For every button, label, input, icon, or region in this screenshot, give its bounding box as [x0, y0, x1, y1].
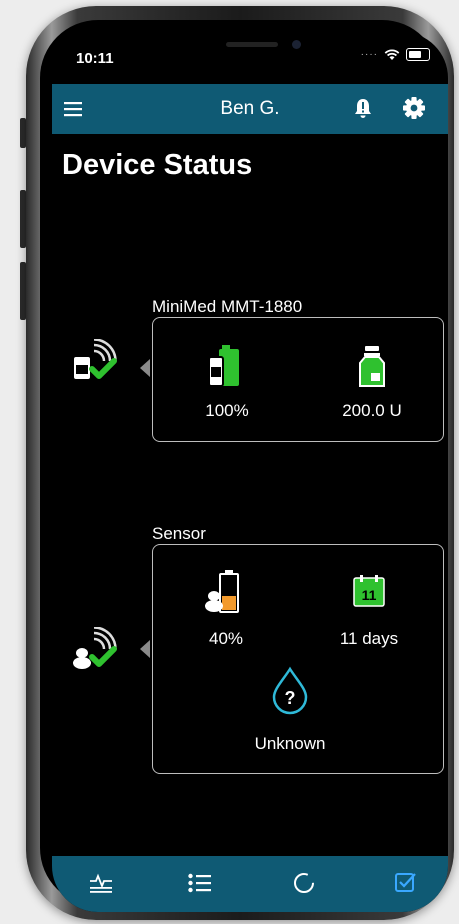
glucose-drop-icon: ? — [272, 666, 308, 715]
status-time: 10:11 — [76, 50, 114, 67]
sensor-life-value: 11 days — [339, 629, 399, 648]
pump-pointer — [140, 359, 150, 377]
sensor-battery-value: 40% — [208, 629, 244, 648]
gear-icon[interactable] — [400, 94, 428, 122]
pump-battery-value: 100% — [205, 401, 249, 420]
refresh-icon[interactable] — [289, 868, 319, 898]
reservoir-icon — [359, 346, 385, 387]
app-bar-title: Ben G. — [220, 98, 280, 119]
signal-icon: ···· — [360, 49, 378, 60]
calendar-day: 11 — [362, 587, 377, 603]
wifi-icon — [384, 48, 400, 60]
phone-battery-icon — [406, 48, 430, 61]
list-icon[interactable] — [185, 868, 215, 898]
notch — [174, 32, 330, 60]
reservoir-value: 200.0 U — [342, 401, 402, 420]
drop-question-mark: ? — [285, 688, 296, 708]
app-screen: 10:11 ···· Ben G. Device Status MiniMed … — [52, 32, 448, 912]
sensor-connected-icon — [73, 627, 117, 669]
chart-icon[interactable] — [86, 868, 116, 898]
bottom-nav — [52, 856, 448, 912]
sensor-name: Sensor — [152, 524, 206, 543]
pump-connected-icon — [74, 339, 117, 379]
calendar-icon: 11 — [353, 575, 385, 607]
pump-battery-icon — [208, 345, 239, 387]
sensor-battery-icon — [205, 570, 239, 613]
sensor-pointer — [140, 640, 150, 658]
sensor-card: 40% 11 11 days ? Unknown — [152, 544, 444, 774]
checklist-icon[interactable] — [390, 868, 420, 898]
pump-name: MiniMed MMT-1880 — [152, 297, 303, 316]
pump-card: 100% 200.0 U — [152, 317, 444, 442]
bell-icon[interactable] — [352, 96, 374, 120]
app-bar: Ben G. — [52, 84, 448, 134]
page-title: Device Status — [62, 149, 253, 181]
sensor-status-value: Unknown — [254, 734, 326, 753]
